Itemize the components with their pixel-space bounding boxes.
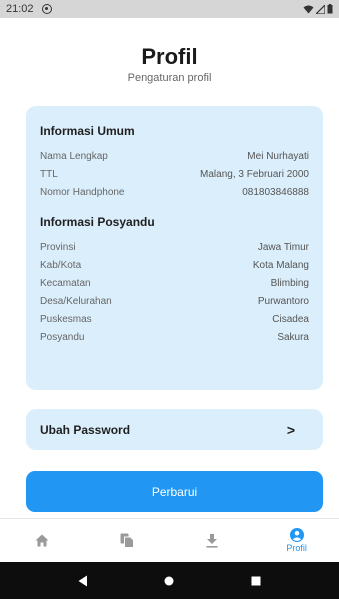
info-value: Cisadea (272, 313, 309, 325)
notification-icon (41, 4, 52, 14)
info-row-city: Kab/Kota Kota Malang (40, 256, 309, 274)
nav-item-profile[interactable]: Profil (254, 519, 339, 562)
battery-icon (327, 4, 333, 14)
status-time: 21:02 (6, 3, 34, 15)
info-row-puskesmas: Puskesmas Cisadea (40, 310, 309, 328)
nav-item-home[interactable] (0, 519, 85, 562)
general-info-title: Informasi Umum (40, 124, 135, 138)
nav-item-download[interactable] (170, 519, 255, 562)
info-value: Malang, 3 Februari 2000 (200, 168, 309, 180)
info-value: Mei Nurhayati (247, 150, 309, 162)
back-triangle-icon (78, 575, 88, 586)
update-button[interactable]: Perbarui (26, 471, 323, 512)
nav-item-documents[interactable] (85, 519, 170, 562)
posyandu-info-title: Informasi Posyandu (40, 215, 155, 229)
system-back-button[interactable] (68, 566, 98, 596)
change-password-label: Ubah Password (40, 422, 131, 437)
profile-icon (289, 528, 304, 542)
recents-square-icon (251, 576, 261, 585)
info-row-district: Kecamatan Blimbing (40, 274, 309, 292)
info-row-full-name: Nama Lengkap Mei Nurhayati (40, 147, 309, 165)
home-circle-icon (164, 576, 174, 585)
info-value: Purwantoro (257, 295, 309, 307)
page-title: Profil (141, 44, 198, 69)
status-left: 21:02 (6, 3, 52, 15)
status-bar: 21:02 (0, 0, 339, 18)
info-label: Nama Lengkap (40, 150, 108, 162)
chevron-right-icon: > (286, 421, 295, 438)
signal-icon (316, 4, 325, 14)
documents-icon (120, 533, 135, 548)
bottom-nav: Profil (0, 518, 339, 562)
wifi-icon (303, 5, 314, 13)
page-subtitle: Pengaturan profil (127, 72, 212, 84)
page-header: Profil Pengaturan profil (0, 44, 339, 84)
profile-info-card: Informasi Umum Nama Lengkap Mei Nurhayat… (26, 106, 323, 390)
system-recents-button[interactable] (241, 566, 271, 596)
download-icon (206, 533, 218, 548)
system-nav-bar (0, 562, 339, 599)
info-row-phone: Nomor Handphone 081803846888 (40, 183, 309, 201)
info-value: Sakura (277, 331, 309, 343)
info-label: Kab/Kota (40, 259, 82, 271)
info-value: Jawa Timur (257, 241, 309, 253)
info-label: Puskesmas (40, 313, 92, 325)
info-row-village: Desa/Kelurahan Purwantoro (40, 292, 309, 310)
home-icon (35, 534, 49, 547)
info-value: Kota Malang (252, 259, 309, 271)
info-row-province: Provinsi Jawa Timur (40, 238, 309, 256)
info-row-posyandu: Posyandu Sakura (40, 328, 309, 346)
system-home-button[interactable] (154, 566, 184, 596)
info-row-birth: TTL Malang, 3 Februari 2000 (40, 165, 309, 183)
info-value: Blimbing (270, 277, 309, 289)
info-label: Desa/Kelurahan (40, 295, 112, 307)
info-label: Posyandu (40, 331, 85, 343)
info-label: Kecamatan (40, 277, 91, 289)
info-label: Nomor Handphone (40, 186, 125, 198)
nav-label-profile: Profil (286, 543, 307, 553)
change-password-button[interactable]: Ubah Password > (26, 409, 323, 450)
info-label: Provinsi (40, 241, 76, 253)
info-value: 081803846888 (242, 186, 309, 198)
info-label: TTL (40, 168, 58, 180)
status-right (303, 4, 333, 14)
